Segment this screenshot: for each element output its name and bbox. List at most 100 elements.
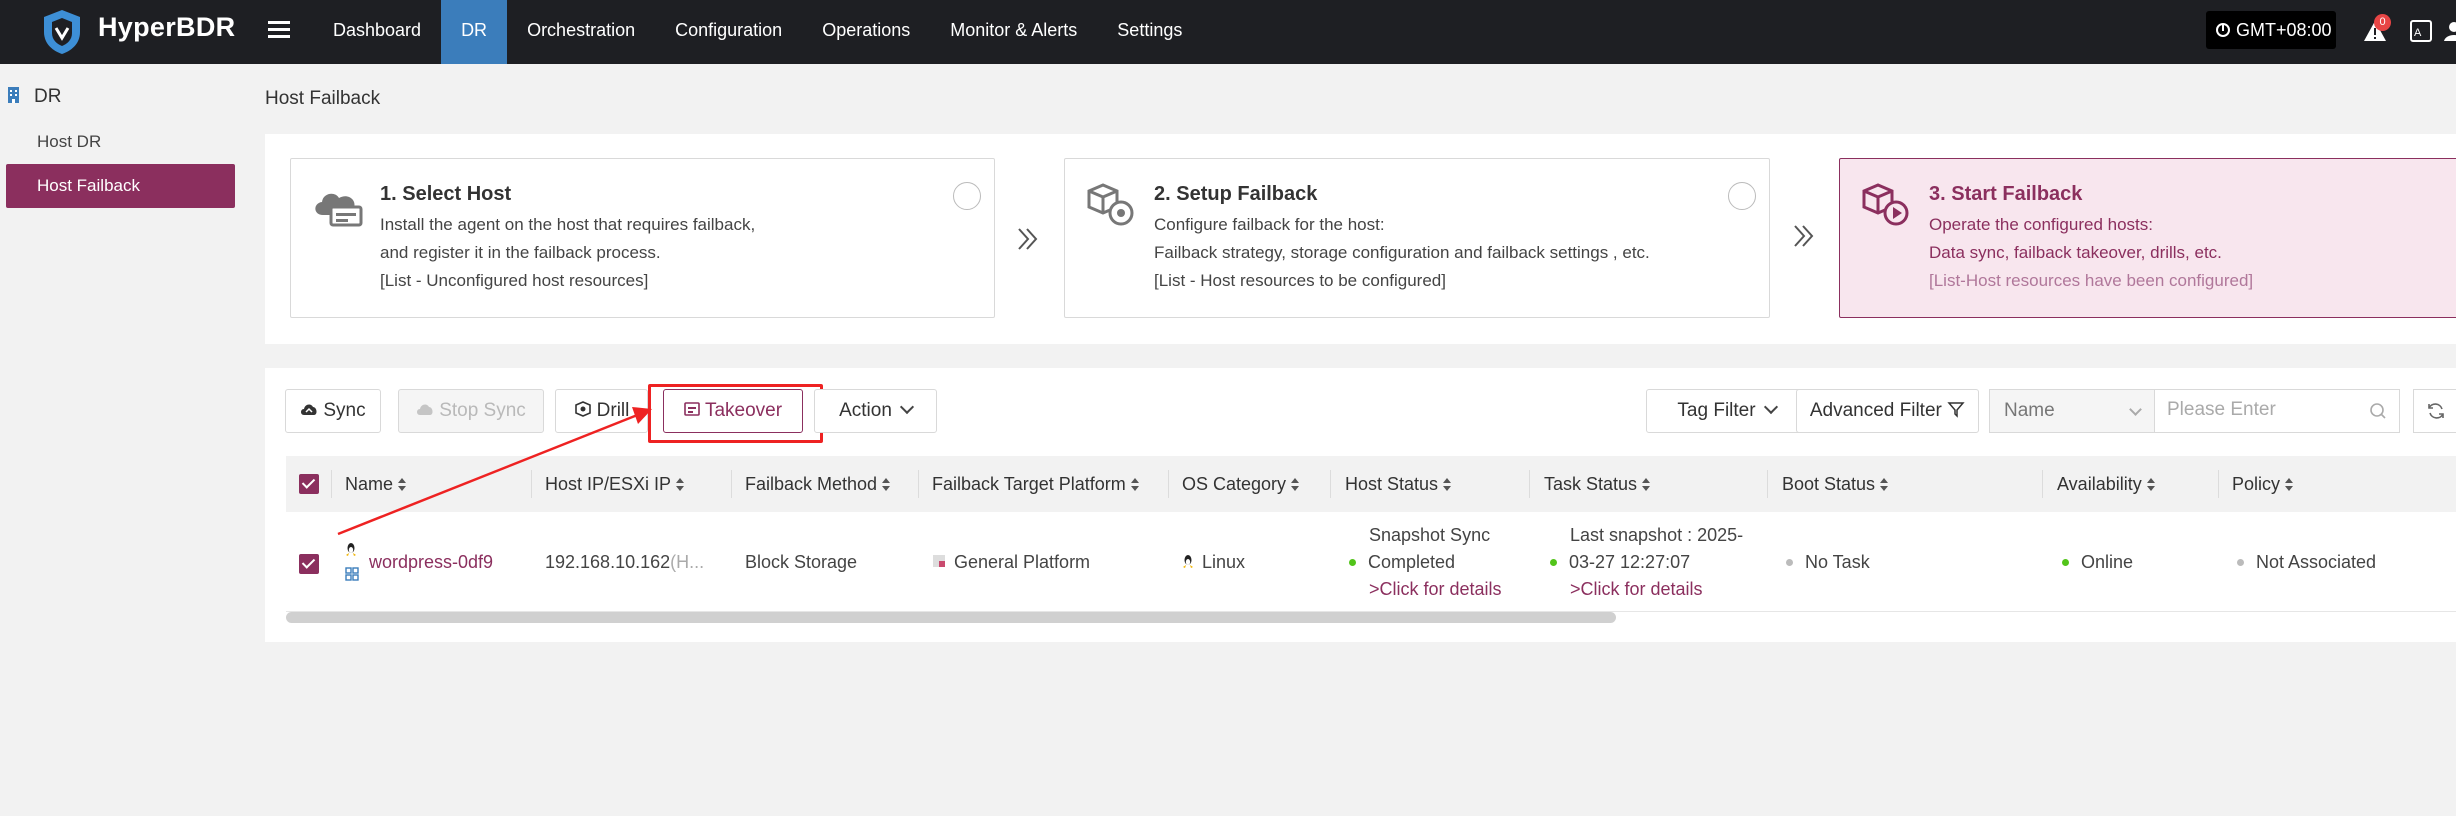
status-dot	[2062, 559, 2069, 566]
host-status-line-1: Snapshot Sync	[1369, 525, 1491, 545]
column-label: Boot Status	[1782, 474, 1876, 494]
host-status-details-link[interactable]: >Click for details	[1369, 579, 1502, 600]
step-setup-failback[interactable]: 2. Setup Failback Configure failback for…	[1064, 158, 1770, 318]
nav-dr[interactable]: DR	[441, 0, 508, 64]
sidebar-item-host-dr[interactable]: Host DR	[6, 120, 235, 164]
column-header-host-status[interactable]: Host Status	[1345, 456, 1452, 512]
svg-text:A: A	[2414, 27, 2422, 39]
drill-label: Drill	[596, 400, 630, 421]
table-row[interactable]: wordpress-0df9 192.168.10.162(H... Block…	[286, 512, 2456, 612]
column-label: Task Status	[1544, 474, 1638, 494]
step-select-host[interactable]: 1. Select Host Install the agent on the …	[290, 158, 995, 318]
stop-sync-label: Stop Sync	[439, 400, 526, 421]
nav-operations[interactable]: Operations	[802, 0, 930, 64]
column-header-policy[interactable]: Policy	[2232, 456, 2294, 512]
search-icon[interactable]	[2369, 402, 2387, 420]
column-label: Failback Target Platform	[932, 474, 1126, 494]
host-status-value: Completed	[1368, 552, 1456, 572]
host-name-link[interactable]: wordpress-0df9	[369, 552, 493, 573]
step-1-radio[interactable]	[953, 182, 981, 210]
boot-status-value: No Task	[1805, 552, 1870, 572]
nav-configuration[interactable]: Configuration	[655, 0, 802, 64]
sort-icon[interactable]	[882, 478, 891, 492]
sort-icon[interactable]	[1291, 478, 1300, 492]
tag-icon	[345, 567, 359, 581]
linux-tux-icon	[346, 543, 356, 556]
task-status-line-2: 03-27 12:27:07	[1550, 552, 1690, 573]
tag-filter-label: Tag Filter	[1677, 400, 1756, 421]
sort-icon[interactable]	[676, 478, 685, 492]
timezone-indicator[interactable]: GMT+08:00	[2206, 11, 2336, 49]
cloud-stop-icon	[417, 404, 433, 415]
nav-settings[interactable]: Settings	[1097, 0, 1202, 64]
language-icon[interactable]: A	[2410, 20, 2432, 42]
task-status-details-link[interactable]: >Click for details	[1570, 579, 1703, 600]
tag-filter-dropdown[interactable]: Tag Filter	[1646, 389, 1807, 433]
column-label: Name	[345, 474, 394, 494]
menu-toggle-icon[interactable]	[268, 18, 292, 42]
drill-button[interactable]: Drill	[555, 389, 648, 433]
advanced-filter-button[interactable]: Advanced Filter	[1796, 389, 1979, 433]
search-input[interactable]	[2167, 390, 2357, 430]
column-header-target-platform[interactable]: Failback Target Platform	[932, 456, 1139, 512]
column-label: OS Category	[1182, 474, 1287, 494]
action-dropdown[interactable]: Action	[814, 389, 937, 433]
user-avatar-icon[interactable]	[2444, 20, 2456, 42]
boot-status-cell: No Task	[1786, 552, 1870, 573]
nav-orchestration[interactable]: Orchestration	[507, 0, 655, 64]
step-start-failback[interactable]: 3. Start Failback Operate the configured…	[1839, 158, 2456, 318]
column-label: Host Status	[1345, 474, 1439, 494]
column-header-failback-method[interactable]: Failback Method	[745, 456, 891, 512]
nav-monitor-alerts[interactable]: Monitor & Alerts	[930, 0, 1097, 64]
horizontal-scrollbar[interactable]	[286, 612, 1616, 623]
status-dot	[1550, 559, 1557, 566]
host-status-line-2: Completed	[1349, 552, 1455, 573]
advanced-filter-label: Advanced Filter	[1809, 400, 1942, 421]
building-icon	[8, 87, 19, 103]
action-label: Action	[839, 400, 892, 421]
cloud-sync-icon	[301, 404, 317, 415]
table-header: Name Host IP/ESXi IP Failback Method Fai…	[286, 456, 2456, 512]
refresh-button[interactable]	[2413, 389, 2456, 433]
select-all-checkbox[interactable]	[299, 474, 319, 494]
chevron-double-right-icon	[1794, 225, 1814, 247]
sync-label: Sync	[323, 400, 366, 421]
column-header-host-ip[interactable]: Host IP/ESXi IP	[545, 456, 685, 512]
task-status-line-1: Last snapshot : 2025-	[1570, 525, 1744, 545]
sync-button[interactable]: Sync	[285, 389, 381, 433]
column-header-availability[interactable]: Availability	[2057, 456, 2155, 512]
sort-icon[interactable]	[1642, 478, 1651, 492]
column-divider	[731, 470, 732, 498]
column-divider	[918, 470, 919, 498]
column-divider	[331, 470, 332, 498]
stop-sync-button[interactable]: Stop Sync	[398, 389, 544, 433]
search-field-select[interactable]: Name	[1989, 389, 2154, 433]
nav-dashboard[interactable]: Dashboard	[313, 0, 441, 64]
column-divider	[1529, 470, 1530, 498]
column-header-boot-status[interactable]: Boot Status	[1782, 456, 1889, 512]
column-header-os-category[interactable]: OS Category	[1182, 456, 1300, 512]
sort-icon[interactable]	[398, 478, 407, 492]
sort-icon[interactable]	[1443, 478, 1452, 492]
step-2-line-2: Failback strategy, storage configuration…	[1154, 243, 1650, 262]
step-1-line-1: Install the agent on the host that requi…	[380, 215, 756, 234]
step-3-line-2: Data sync, failback takeover, drills, et…	[1929, 243, 2222, 262]
brand-name[interactable]: HyperBDR	[98, 12, 235, 43]
os-category-cell: Linux	[1182, 552, 1245, 573]
start-failback-icon	[1862, 183, 1909, 226]
sort-icon[interactable]	[2285, 478, 2294, 492]
column-header-name[interactable]: Name	[345, 456, 407, 512]
column-header-task-status[interactable]: Task Status	[1544, 456, 1651, 512]
policy-cell: Not Associated	[2237, 552, 2376, 573]
step-1-title: 1. Select Host	[380, 183, 512, 205]
sidebar-section-dr[interactable]: DR	[6, 84, 61, 112]
sidebar-item-host-failback[interactable]: Host Failback	[6, 164, 235, 208]
row-checkbox[interactable]	[299, 554, 319, 574]
sort-icon[interactable]	[2146, 478, 2155, 492]
status-dot	[2237, 559, 2244, 566]
sort-icon[interactable]	[1880, 478, 1889, 492]
sort-icon[interactable]	[1130, 478, 1139, 492]
step-2-radio[interactable]	[1728, 182, 1756, 210]
target-platform-cell: General Platform	[932, 552, 1090, 573]
host-ip-cell: 192.168.10.162(H...	[545, 552, 704, 573]
